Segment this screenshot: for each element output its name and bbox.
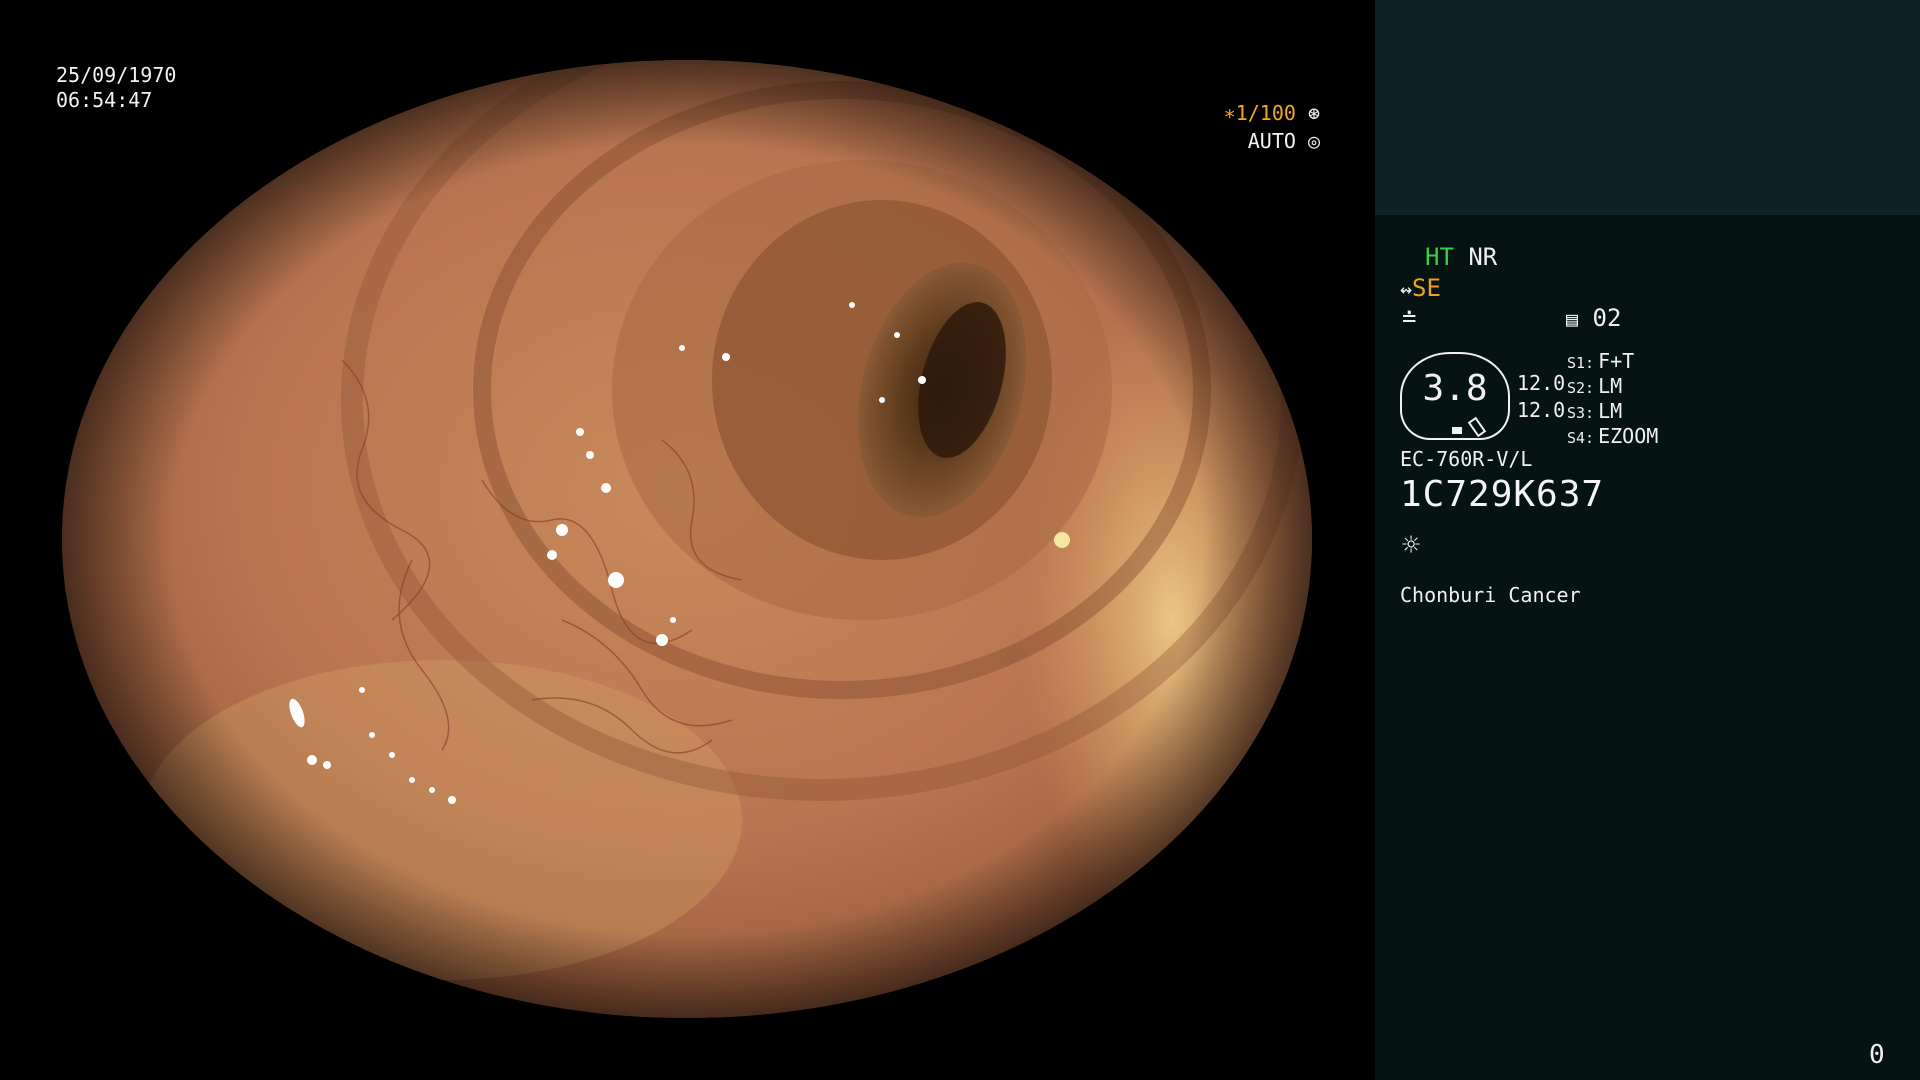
gauge-value: 3.8 [1422, 368, 1488, 409]
shutter-speed-text: ∗1/100 [1223, 101, 1296, 125]
ht-label: HT [1425, 243, 1454, 271]
level-bottom: 12.0 [1517, 398, 1566, 422]
info-panel [1375, 215, 1920, 1080]
zoom-gauge: 3.8 [1400, 352, 1510, 440]
time-text: 06:54:47 [56, 88, 153, 112]
scope-model: EC-760R-V/L [1400, 447, 1533, 471]
date-text: 25/09/1970 [56, 63, 177, 87]
mode-key: S3: [1567, 404, 1595, 422]
endoscopic-view [62, 60, 1312, 1018]
nr-label: NR [1468, 243, 1498, 271]
se-label: SE [1412, 274, 1441, 302]
mode-value: F+T [1598, 349, 1635, 373]
mode-value: LM [1598, 374, 1623, 398]
zoom-icon: ≐ [1402, 304, 1417, 332]
pen-icon [1467, 416, 1487, 438]
endoscopy-screen: 25/09/1970 06:54:47 ∗1/100 ⊛ AUTO ◎ HT N… [0, 0, 1920, 1080]
clinic-name: Chonburi Cancer [1400, 583, 1581, 607]
memory-card-icon: ▤ [1566, 307, 1579, 331]
memory-indicator: ▤ 02 [1566, 304, 1621, 332]
ht-nr-indicator: HT NR [1425, 243, 1497, 271]
datetime-display: 25/09/1970 06:54:47 [56, 63, 176, 113]
mode-key: S4: [1567, 429, 1595, 447]
structure-enhance-icon: ↭ [1400, 277, 1413, 301]
mode-value: LM [1598, 399, 1623, 423]
memory-value: 02 [1592, 304, 1622, 332]
info-panel-top [1375, 0, 1920, 215]
mode-key: S2: [1567, 379, 1595, 397]
iris-mode-text: AUTO [1247, 129, 1296, 153]
mode-value: EZOOM [1598, 424, 1659, 448]
mode-key: S1: [1567, 354, 1595, 372]
mode-row-s2: S2: LM [1567, 374, 1622, 398]
gauge-marker [1452, 427, 1462, 434]
iris-icon: ◎ [1307, 129, 1320, 153]
level-top: 12.0 [1517, 371, 1566, 395]
colon-lumen-image [62, 60, 1312, 1018]
mode-row-s1: S1: F+T [1567, 349, 1634, 373]
mode-row-s4: S4: EZOOM [1567, 424, 1658, 448]
aperture-icon: ⊛ [1307, 101, 1320, 125]
se-indicator: ↭SE [1400, 274, 1441, 302]
mode-row-s3: S3: LM [1567, 399, 1622, 423]
sun-icon: ☼ [1402, 528, 1421, 563]
image-counter: 0 [1869, 1040, 1885, 1070]
serial-number: 1C729K637 [1400, 474, 1605, 515]
exposure-display: ∗1/100 ⊛ AUTO ◎ [1224, 99, 1320, 155]
